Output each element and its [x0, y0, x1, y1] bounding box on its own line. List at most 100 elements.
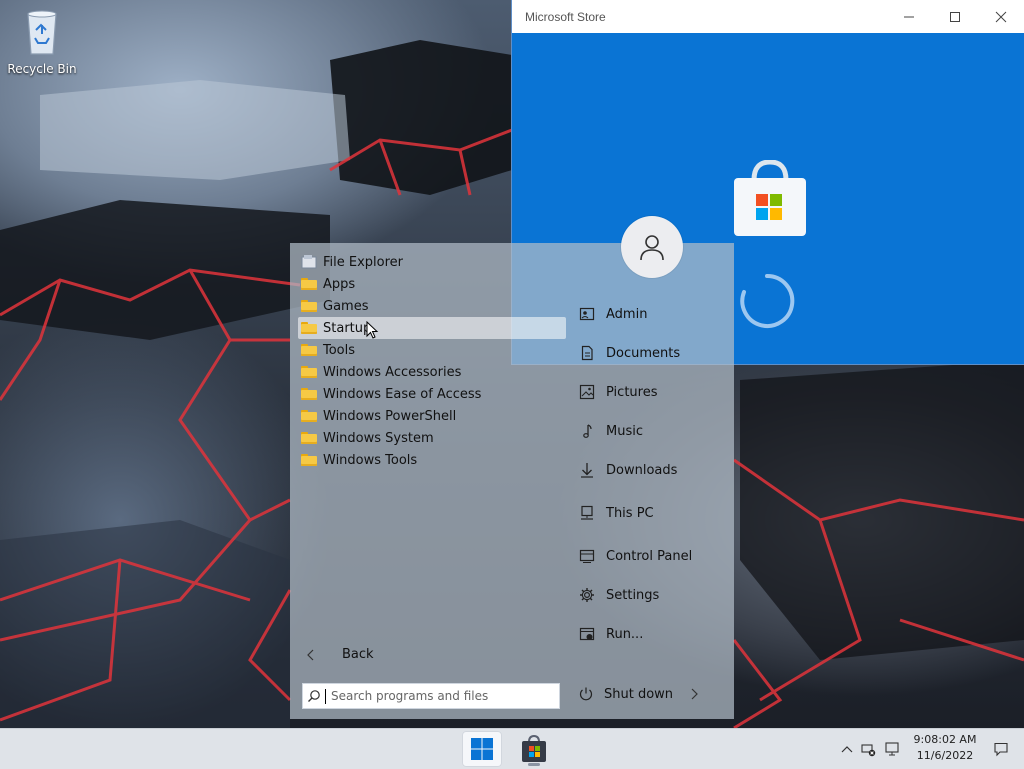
text-caret [325, 688, 326, 704]
show-hidden-icons-button[interactable] [838, 744, 856, 754]
place-pictures[interactable]: Pictures [578, 383, 657, 401]
user-icon [640, 235, 664, 261]
program-label: Windows PowerShell [323, 408, 457, 424]
running-indicator [528, 763, 540, 766]
document-icon [578, 344, 596, 362]
computer-icon [578, 504, 596, 522]
store-window-title: Microsoft Store [525, 9, 606, 24]
program-folder-windows-powershell[interactable]: Windows PowerShell [298, 405, 566, 427]
place-label: Pictures [606, 384, 658, 400]
program-label: File Explorer [323, 254, 404, 270]
folder-icon [301, 320, 317, 336]
folder-icon [301, 298, 317, 314]
program-folder-windows-tools[interactable]: Windows Tools [298, 449, 566, 471]
notification-center-button[interactable] [988, 729, 1014, 769]
minimize-button[interactable] [886, 0, 932, 33]
run-icon [578, 625, 596, 643]
start-menu[interactable]: File Explorer Apps Games Startup Tools W… [290, 216, 734, 719]
place-admin[interactable]: Admin [578, 305, 647, 323]
taskbar-clock[interactable]: 9:08:02 AM 11/6/2022 [905, 732, 985, 764]
search-box[interactable] [302, 683, 560, 709]
program-folder-games[interactable]: Games [298, 295, 566, 317]
folder-icon [301, 276, 317, 292]
folder-icon [301, 408, 317, 424]
store-bag-logo [734, 160, 806, 236]
loading-spinner-icon [740, 273, 795, 328]
folder-icon [301, 364, 317, 380]
picture-icon [578, 383, 596, 401]
back-label: Back [342, 647, 374, 662]
place-control-panel[interactable]: Control Panel [578, 547, 692, 565]
program-label: Windows Ease of Access [323, 386, 482, 402]
network-disconnected-icon [861, 744, 876, 757]
notification-icon [994, 742, 1008, 757]
taskbar: 9:08:02 AM 11/6/2022 [0, 728, 1024, 769]
place-downloads[interactable]: Downloads [578, 461, 677, 479]
download-icon [578, 461, 596, 479]
search-input[interactable] [331, 689, 541, 703]
network-status-button[interactable] [856, 741, 880, 757]
user-avatar[interactable] [621, 216, 683, 278]
folder-icon [301, 430, 317, 446]
place-label: Settings [606, 587, 660, 603]
chevron-left-icon [307, 649, 314, 660]
store-titlebar[interactable]: Microsoft Store [512, 0, 1024, 33]
program-folder-windows-system[interactable]: Windows System [298, 427, 566, 449]
program-folder-tools[interactable]: Tools [298, 339, 566, 361]
minimize-icon [904, 16, 914, 17]
program-label: Windows Tools [323, 452, 418, 468]
close-icon [995, 11, 1007, 22]
close-button[interactable] [978, 0, 1024, 33]
monitor-icon [885, 742, 899, 756]
program-label: Tools [323, 342, 356, 358]
recycle-bin-shortcut[interactable]: Recycle Bin [4, 6, 80, 76]
place-settings[interactable]: Settings [578, 586, 659, 604]
place-run[interactable]: Run... [578, 625, 643, 643]
windows-logo-icon [471, 738, 493, 760]
program-list: File Explorer Apps Games Startup Tools W… [298, 251, 566, 471]
clock-date: 11/6/2022 [916, 749, 974, 762]
clock-time: 9:08:02 AM [913, 733, 977, 746]
program-folder-startup[interactable]: Startup [298, 317, 566, 339]
chevron-up-icon [841, 746, 853, 753]
program-label: Windows System [323, 430, 434, 446]
place-label: This PC [606, 505, 654, 521]
mouse-cursor-icon [366, 321, 379, 339]
place-label: Documents [606, 345, 681, 361]
program-label: Windows Accessories [323, 364, 462, 380]
place-music[interactable]: Music [578, 422, 643, 440]
place-label: Run... [606, 626, 644, 642]
folder-icon [301, 342, 317, 358]
music-icon [578, 422, 596, 440]
maximize-icon [950, 11, 960, 22]
shutdown-label: Shut down [604, 686, 674, 702]
program-folder-windows-ease-of-access[interactable]: Windows Ease of Access [298, 383, 566, 405]
maximize-button[interactable] [932, 0, 978, 33]
chevron-right-icon[interactable] [689, 688, 699, 700]
volume-button[interactable] [880, 741, 904, 757]
place-documents[interactable]: Documents [578, 344, 680, 362]
place-label: Admin [606, 306, 648, 322]
control-panel-icon [578, 547, 596, 565]
power-icon [579, 687, 593, 701]
back-button[interactable]: Back [306, 647, 374, 662]
program-label: Games [323, 298, 369, 314]
store-bag-icon [522, 734, 546, 762]
shutdown-button[interactable]: Shut down [578, 686, 699, 702]
start-button[interactable] [462, 731, 502, 767]
program-folder-apps[interactable]: Apps [298, 273, 566, 295]
user-folder-icon [578, 305, 596, 323]
taskbar-microsoft-store[interactable] [514, 731, 554, 767]
place-label: Music [606, 423, 643, 439]
recycle-bin-icon [27, 10, 57, 55]
folder-icon [301, 386, 317, 402]
place-label: Downloads [606, 462, 678, 478]
program-folder-windows-accessories[interactable]: Windows Accessories [298, 361, 566, 383]
place-this-pc[interactable]: This PC [578, 504, 654, 522]
search-icon [303, 689, 325, 703]
program-label: Apps [323, 276, 356, 292]
program-label: Startup [323, 320, 372, 336]
folder-icon [301, 452, 317, 468]
system-tray [838, 729, 904, 769]
program-file-explorer[interactable]: File Explorer [298, 251, 566, 273]
